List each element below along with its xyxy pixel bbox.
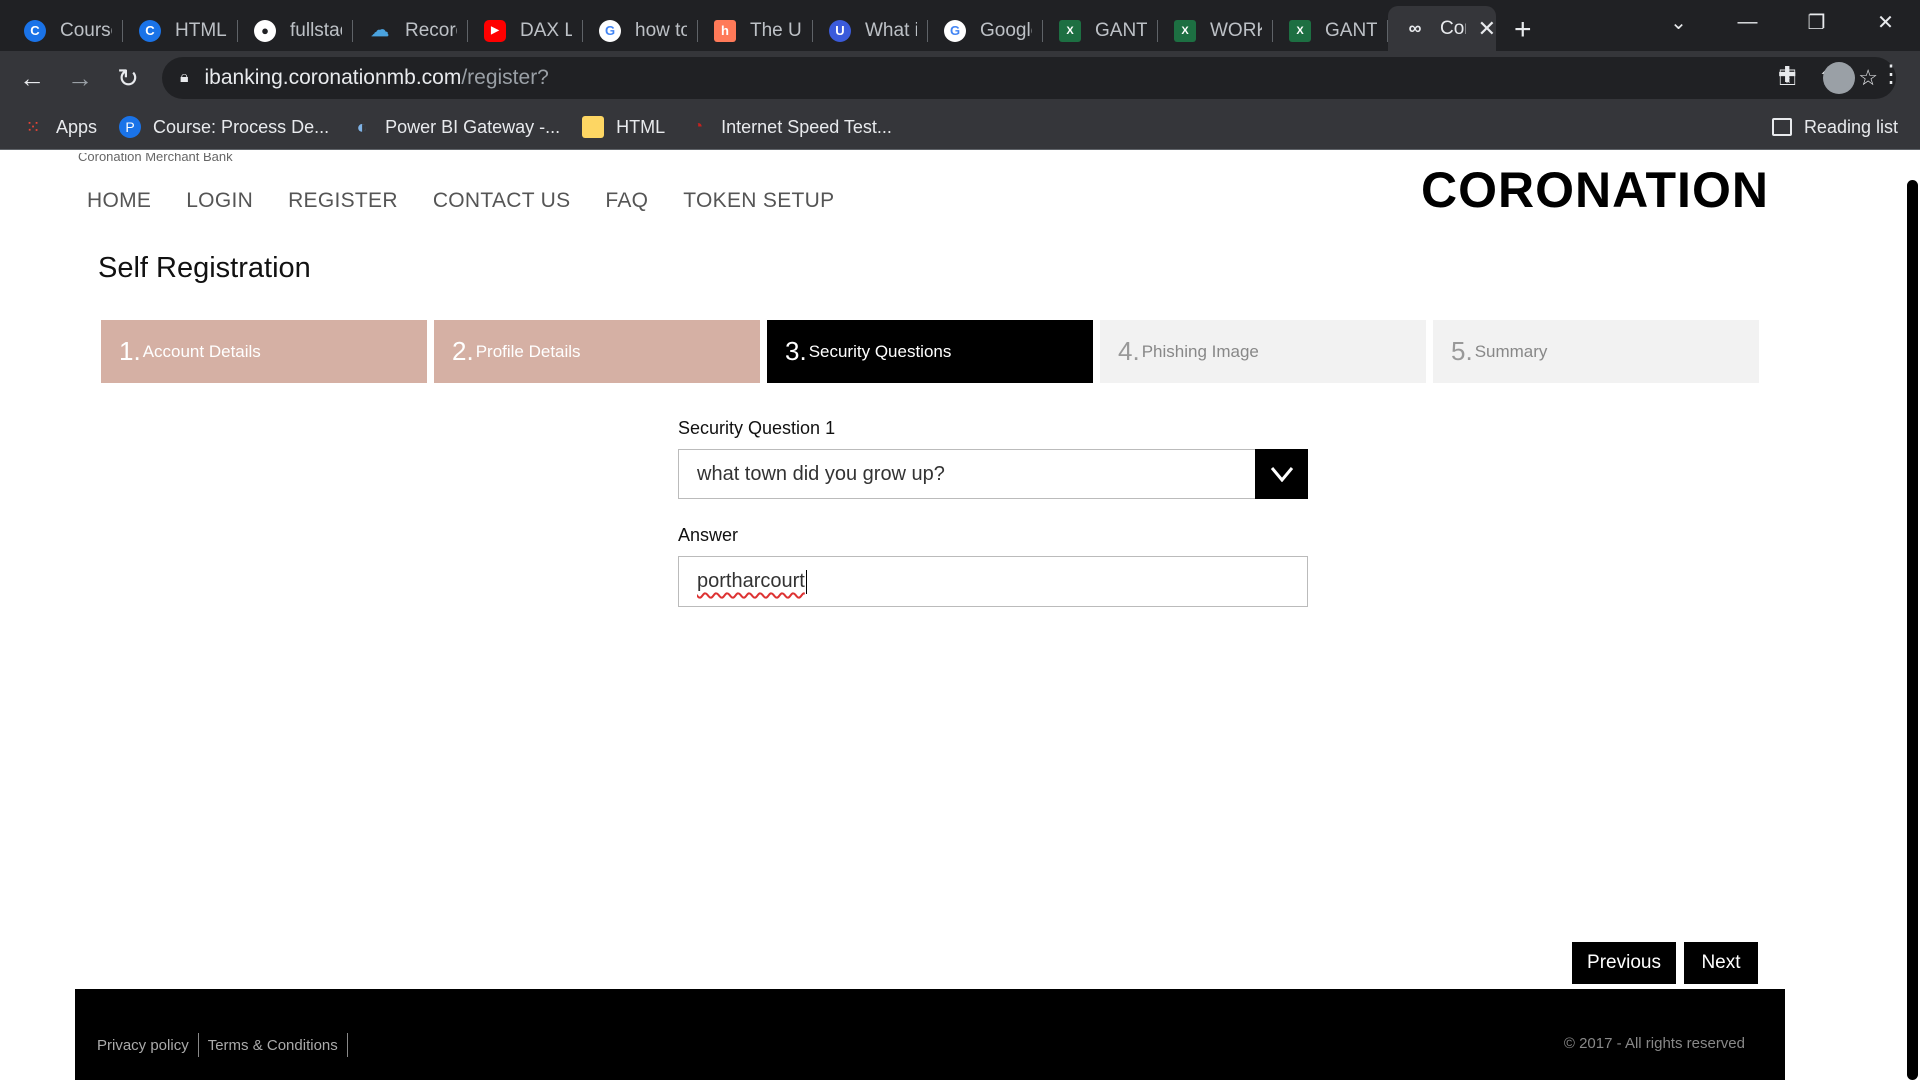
nav-contact-us[interactable]: CONTACT US	[433, 189, 571, 213]
answer-value: portharcourt	[697, 570, 805, 592]
reading-list[interactable]: Reading list	[1771, 117, 1898, 138]
address-bar[interactable]: 🔒︎ ibanking.coronationmb.com/register? ⚿…	[162, 57, 1896, 99]
u-icon: U	[829, 19, 851, 42]
reading-list-icon	[1771, 118, 1792, 136]
privacy-policy-link[interactable]: Privacy policy	[97, 1037, 189, 1054]
new-tab-icon[interactable]: +	[1514, 13, 1532, 47]
registration-steps: 1. Account Details 2. Profile Details 3. Se…	[101, 320, 1759, 383]
hubspot-icon: h	[714, 19, 736, 42]
restore-icon[interactable]: ❐	[1782, 10, 1851, 35]
step-account-details[interactable]: 1. Account Details	[101, 320, 427, 383]
security-question-select[interactable]: what town did you grow up?	[678, 449, 1308, 499]
page-content: Coronation Merchant Bank HOME LOGIN REGI…	[0, 153, 1920, 1080]
previous-button[interactable]: Previous	[1572, 942, 1676, 984]
url-text: ibanking.coronationmb.com/register?	[204, 66, 549, 89]
c-icon: C	[139, 19, 161, 42]
step-profile-details[interactable]: 2. Profile Details	[434, 320, 760, 383]
browser-tab[interactable]: XWORKI	[1158, 10, 1273, 51]
divider	[197, 1033, 199, 1057]
c-icon: C	[24, 19, 46, 42]
browser-tab[interactable]: ●fullstac	[238, 10, 353, 51]
folder-icon	[582, 116, 605, 138]
bookmarks-bar: ⁙ Apps P Course: Process De... ◐ Power BI G…	[0, 105, 1920, 150]
terms-conditions-link[interactable]: Terms & Conditions	[208, 1037, 338, 1054]
security-question-value: what town did you grow up?	[697, 462, 945, 485]
coronation-icon: ∞	[1408, 18, 1422, 38]
browser-tab[interactable]: GGoogle	[928, 10, 1043, 51]
bookmark-powerbi[interactable]: ◐ Power BI Gateway -...	[351, 116, 561, 138]
divider	[346, 1033, 348, 1057]
answer-input[interactable]: portharcourt	[678, 556, 1308, 607]
browser-tab-active[interactable]: ∞ Cor ✕	[1388, 6, 1496, 51]
minimize-icon[interactable]: —	[1713, 11, 1782, 34]
browser-tab[interactable]: XGANTT	[1273, 10, 1388, 51]
reload-icon[interactable]: ↻	[104, 63, 152, 94]
bookmark-html-folder[interactable]: HTML	[582, 116, 665, 138]
close-tab-icon[interactable]: ✕	[1478, 16, 1496, 42]
excel-icon: X	[1289, 19, 1311, 42]
powerbi-icon: ◐	[356, 116, 368, 137]
browser-tab[interactable]: XGANTT	[1043, 10, 1158, 51]
star-icon[interactable]: ☆	[1858, 65, 1878, 91]
nav-home[interactable]: HOME	[87, 189, 151, 213]
close-window-icon[interactable]: ✕	[1851, 10, 1920, 35]
apps-grid-icon: ⁙	[25, 116, 41, 137]
browser-tab[interactable]: hThe Ult	[698, 10, 813, 51]
bookmark-apps[interactable]: ⁙ Apps	[22, 116, 97, 138]
next-button[interactable]: Next	[1684, 942, 1758, 984]
step-security-questions[interactable]: 3. Security Questions	[767, 320, 1093, 383]
tab-search-icon[interactable]: ⌄	[1644, 10, 1713, 35]
browser-tab[interactable]: ☁Record	[353, 10, 468, 51]
avatar[interactable]	[1823, 62, 1855, 94]
text-caret	[805, 569, 807, 594]
forward-icon[interactable]: →	[56, 63, 104, 94]
main-nav: HOME LOGIN REGISTER CONTACT US FAQ TOKEN…	[87, 189, 834, 213]
browser-tab[interactable]: Ghow to	[583, 10, 698, 51]
menu-kebab-icon[interactable]: ⋮	[1879, 60, 1903, 89]
browser-tab[interactable]: ▶DAX La	[468, 10, 583, 51]
browser-tab[interactable]: CCourse	[8, 10, 123, 51]
browser-tab[interactable]: C HTML,	[123, 10, 238, 51]
scrollbar-thumb[interactable]	[1907, 180, 1918, 1080]
bookmark-speedtest[interactable]: ◔ Internet Speed Test...	[687, 116, 892, 138]
google-icon: G	[599, 19, 621, 42]
footer: Privacy policy Terms & Conditions © 2017…	[75, 989, 1785, 1080]
excel-icon: X	[1059, 19, 1081, 42]
step-summary[interactable]: 5. Summary	[1433, 320, 1759, 383]
youtube-icon: ▶	[484, 19, 506, 42]
cloud-icon: ☁	[371, 20, 389, 40]
google-icon: G	[944, 19, 966, 42]
browser-tab[interactable]: U What i	[813, 10, 928, 51]
lock-icon[interactable]: 🔒︎	[180, 69, 189, 87]
nav-login[interactable]: LOGIN	[186, 189, 253, 213]
p-icon: P	[119, 116, 142, 138]
speedtest-icon: ◔	[693, 118, 703, 135]
bookmark-course[interactable]: P Course: Process De...	[119, 116, 329, 138]
wizard-buttons: Previous Next	[1572, 942, 1758, 984]
nav-token-setup[interactable]: TOKEN SETUP	[683, 189, 834, 213]
security-question-label: Security Question 1	[678, 418, 836, 438]
chevron-down-icon[interactable]	[1255, 449, 1308, 499]
browser-tabstrip: CCourse CHTML, ●fullstac ☁Record ▶DAX La…	[0, 0, 1920, 51]
bank-name: Coronation Merchant Bank	[78, 153, 233, 161]
browser-toolbar: ← → ↻ 🔒︎ ibanking.coronationmb.com/regis…	[0, 51, 1920, 105]
coronation-logo[interactable]: CORONATION	[1421, 161, 1769, 219]
step-phishing-image[interactable]: 4. Phishing Image	[1100, 320, 1426, 383]
copyright: © 2017 - All rights reserved	[1563, 1035, 1745, 1052]
back-icon[interactable]: ←	[8, 63, 56, 94]
nav-register[interactable]: REGISTER	[288, 189, 398, 213]
github-icon: ●	[254, 19, 276, 42]
page-title: Self Registration	[98, 252, 311, 284]
nav-faq[interactable]: FAQ	[605, 189, 648, 213]
extensions-icon[interactable]: ✚	[1778, 62, 1796, 88]
excel-icon: X	[1174, 19, 1196, 42]
answer-label: Answer	[678, 525, 739, 545]
security-form: Security Question 1 what town did you gr…	[678, 418, 1308, 607]
